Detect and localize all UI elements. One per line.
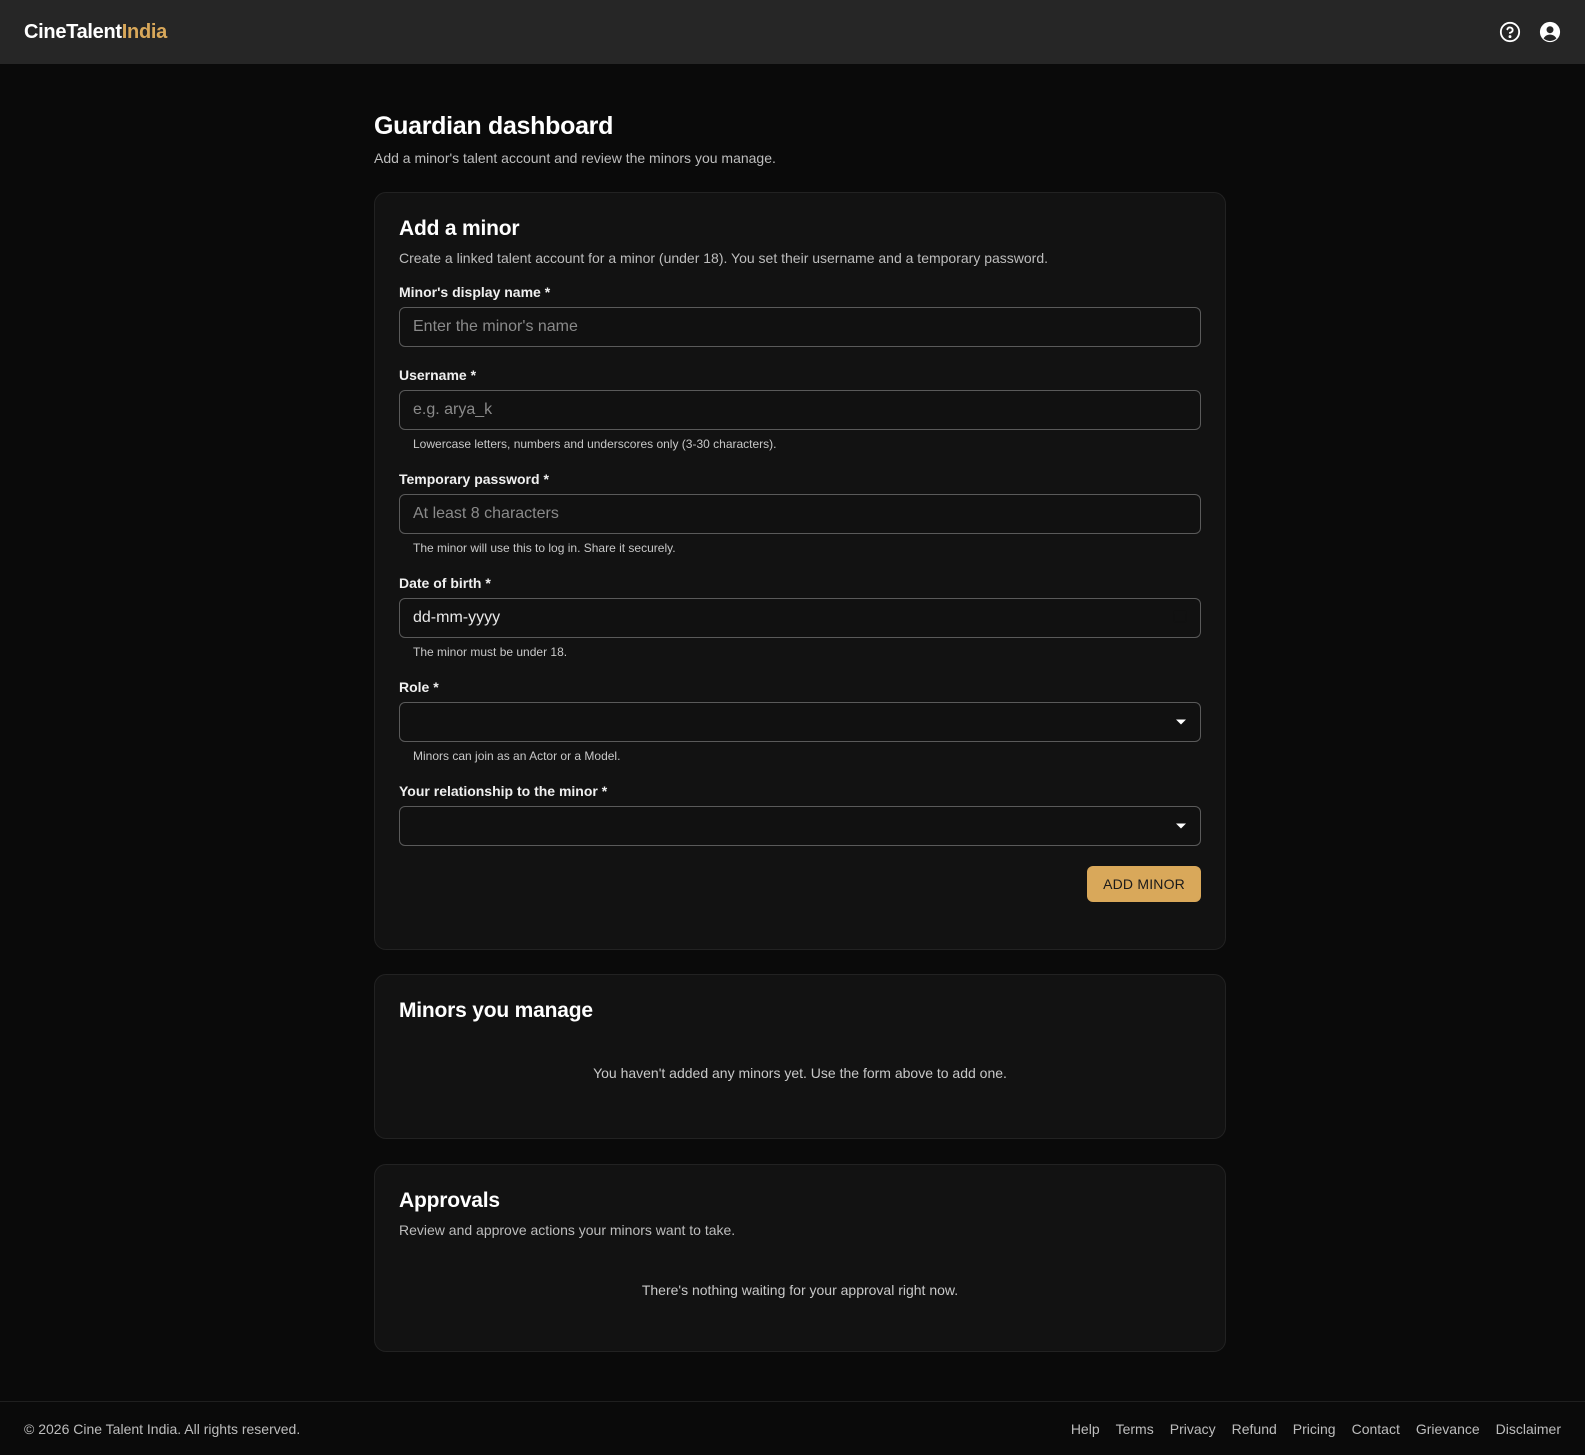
logo-main: CineTalent xyxy=(24,20,122,43)
footer-link-disclaimer[interactable]: Disclaimer xyxy=(1496,1421,1561,1437)
role-hint: Minors can join as an Actor or a Model. xyxy=(413,749,621,763)
top-icons xyxy=(1499,21,1561,43)
top-bar: CineTalentIndia xyxy=(0,0,1585,64)
minors-title: Minors you manage xyxy=(399,999,593,1022)
display-name-label: Minor's display name * xyxy=(399,284,551,300)
add-minor-card: Add a minor Create a linked talent accou… xyxy=(374,192,1226,950)
footer-link-refund[interactable]: Refund xyxy=(1232,1421,1277,1437)
footer-link-help[interactable]: Help xyxy=(1071,1421,1100,1437)
footer-link-grievance[interactable]: Grievance xyxy=(1416,1421,1480,1437)
relationship-select[interactable] xyxy=(399,806,1201,846)
dob-label: Date of birth * xyxy=(399,575,491,591)
add-minor-button[interactable]: ADD MINOR xyxy=(1087,866,1201,902)
footer-link-contact[interactable]: Contact xyxy=(1352,1421,1400,1437)
page-heading: Guardian dashboard Add a minor's talent … xyxy=(374,112,1226,166)
calendar-icon[interactable] xyxy=(1173,609,1187,628)
role-label: Role * xyxy=(399,679,439,695)
password-hint: The minor will use this to log in. Share… xyxy=(413,541,676,555)
add-minor-title: Add a minor xyxy=(399,217,520,240)
username-input[interactable] xyxy=(399,390,1201,430)
footer-link-privacy[interactable]: Privacy xyxy=(1170,1421,1216,1437)
chevron-down-icon xyxy=(1175,713,1187,731)
account-icon[interactable] xyxy=(1539,21,1561,43)
dob-field: Date of birth * dd-mm-yyyy The minor mus… xyxy=(399,575,1201,659)
password-field: Temporary password * The minor will use … xyxy=(399,471,1201,555)
display-name-field: Minor's display name * xyxy=(399,284,1201,347)
footer-links: Help Terms Privacy Refund Pricing Contac… xyxy=(1071,1421,1561,1437)
dob-value: dd-mm-yyyy xyxy=(413,609,501,626)
footer: © 2026 Cine Talent India. All rights res… xyxy=(0,1401,1585,1455)
relationship-label: Your relationship to the minor * xyxy=(399,783,608,799)
username-hint: Lowercase letters, numbers and underscor… xyxy=(413,437,777,451)
password-input[interactable] xyxy=(399,494,1201,534)
logo-accent: India xyxy=(121,20,167,43)
minors-card: Minors you manage You haven't added any … xyxy=(374,974,1226,1139)
username-field: Username * Lowercase letters, numbers an… xyxy=(399,367,1201,451)
add-minor-description: Create a linked talent account for a min… xyxy=(399,250,1049,266)
logo[interactable]: CineTalentIndia xyxy=(24,21,167,44)
footer-link-terms[interactable]: Terms xyxy=(1116,1421,1154,1437)
role-field: Role * Minors can join as an Actor or a … xyxy=(399,679,1201,763)
username-label: Username * xyxy=(399,367,477,383)
role-select[interactable] xyxy=(399,702,1201,742)
minors-empty-message: You haven't added any minors yet. Use th… xyxy=(593,1065,1007,1081)
relationship-field: Your relationship to the minor * xyxy=(399,783,1201,846)
footer-link-pricing[interactable]: Pricing xyxy=(1293,1421,1336,1437)
copyright: © 2026 Cine Talent India. All rights res… xyxy=(24,1420,301,1437)
help-icon[interactable] xyxy=(1499,21,1521,43)
approvals-empty-message: There's nothing waiting for your approva… xyxy=(641,1282,959,1298)
approvals-description: Review and approve actions your minors w… xyxy=(399,1222,736,1238)
approvals-title: Approvals xyxy=(399,1189,500,1212)
display-name-input[interactable] xyxy=(399,307,1201,347)
page-title: Guardian dashboard xyxy=(374,112,614,140)
approvals-card: Approvals Review and approve actions you… xyxy=(374,1164,1226,1352)
dob-input[interactable]: dd-mm-yyyy xyxy=(399,598,1201,638)
password-label: Temporary password * xyxy=(399,471,549,487)
form-actions: ADD MINOR xyxy=(399,866,1201,902)
chevron-down-icon xyxy=(1175,817,1187,835)
page-subtitle: Add a minor's talent account and review … xyxy=(374,150,776,166)
dob-hint: The minor must be under 18. xyxy=(413,645,568,659)
